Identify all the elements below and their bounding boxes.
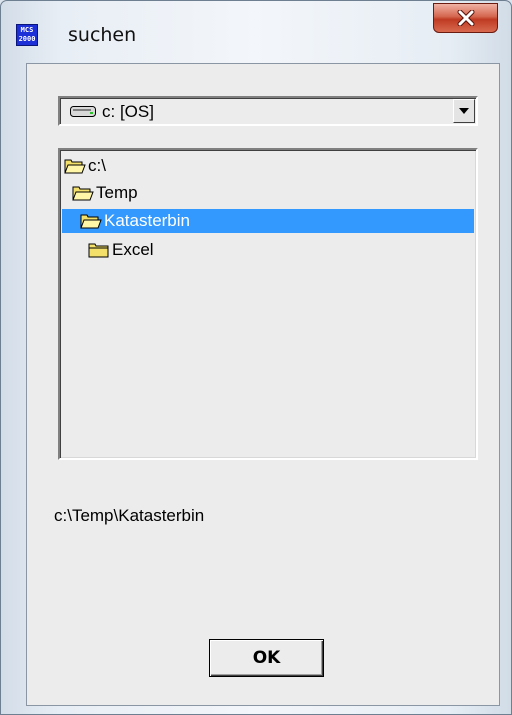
folder-label: Temp — [96, 183, 138, 202]
window-frame: MCS 2000 suchen c: [OS] c:\ Temp Kataste… — [0, 0, 512, 715]
title-bar[interactable]: MCS 2000 suchen — [1, 1, 512, 63]
folder-item-root[interactable]: c:\ — [62, 154, 474, 178]
app-icon: MCS 2000 — [16, 24, 38, 46]
folder-item-katasterbin[interactable]: Katasterbin — [62, 209, 474, 233]
drive-select[interactable]: c: [OS] — [58, 96, 478, 126]
dropdown-button[interactable] — [453, 99, 475, 123]
close-icon — [457, 10, 474, 26]
drive-icon — [70, 106, 96, 117]
folder-list[interactable]: c:\ Temp Katasterbin Excel — [58, 148, 478, 460]
window-title: suchen — [68, 24, 137, 46]
current-path-label: c:\Temp\Katasterbin — [54, 506, 205, 525]
folder-item-excel[interactable]: Excel — [62, 238, 474, 262]
open-folder-icon — [64, 159, 86, 174]
app-icon-line-2: 2000 — [18, 35, 36, 43]
chevron-down-icon — [459, 108, 469, 114]
app-icon-line-1: MCS — [20, 26, 34, 34]
folder-label: Excel — [112, 240, 154, 259]
ok-button[interactable]: OK — [209, 639, 324, 677]
dialog-client-area: c: [OS] c:\ Temp Katasterbin Excel c:\Te… — [26, 63, 500, 706]
folder-label: Katasterbin — [104, 211, 190, 230]
folder-icon — [88, 243, 109, 258]
close-button[interactable] — [433, 3, 498, 33]
folder-item-temp[interactable]: Temp — [62, 181, 474, 205]
open-folder-icon — [80, 214, 102, 229]
open-folder-icon — [72, 186, 94, 201]
folder-label: c:\ — [88, 156, 106, 175]
drive-select-value: c: [OS] — [102, 102, 154, 121]
